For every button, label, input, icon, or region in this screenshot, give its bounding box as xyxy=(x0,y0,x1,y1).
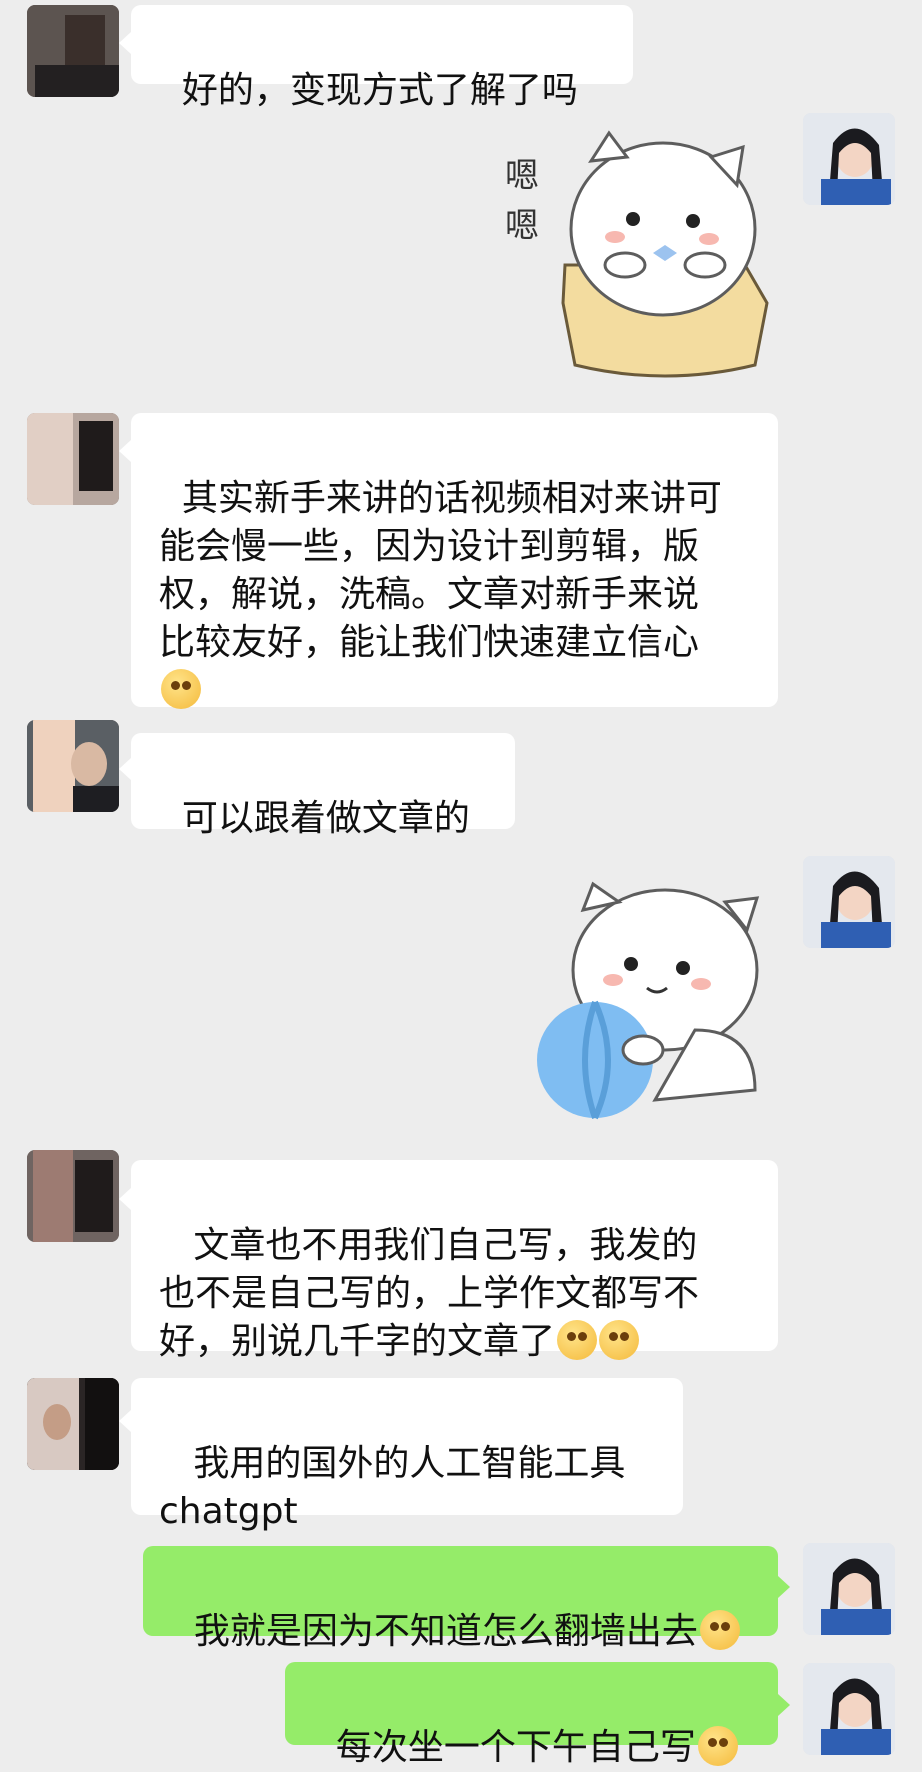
avatar[interactable] xyxy=(803,1663,895,1755)
avatar[interactable] xyxy=(27,1150,119,1242)
message-text: 每次坐一个下午自己写 xyxy=(335,1727,696,1768)
message-text: 其实新手来讲的话视频相对来讲可 能会慢一些，因为设计到剪辑，版 权，解说，洗稿。… xyxy=(159,478,722,663)
avatar[interactable] xyxy=(803,856,895,948)
cat-in-box-sticker[interactable]: 嗯 嗯 xyxy=(505,125,775,383)
avatar[interactable] xyxy=(803,113,895,205)
message-text: 我就是因为不知道怎么翻墙出去 xyxy=(193,1611,698,1652)
cat-with-ball-sticker[interactable] xyxy=(535,880,780,1125)
crying-face-emoji xyxy=(697,1726,738,1766)
message-text: 我用的国外的人工智能工具 chatgpt xyxy=(159,1443,626,1532)
message-bubble[interactable]: 每次坐一个下午自己写 xyxy=(285,1662,778,1768)
avatar[interactable] xyxy=(27,5,119,97)
crying-face-emoji xyxy=(599,1320,640,1360)
crying-face-emoji xyxy=(699,1610,740,1650)
message-bubble[interactable]: 我就是因为不知道怎么翻墙出去 xyxy=(143,1546,778,1652)
message-text: 可以跟着做文章的 xyxy=(181,798,470,839)
message-bubble[interactable]: 文章也不用我们自己写，我发的 也不是自己写的，上学作文都写不 好，别说几千字的文… xyxy=(131,1160,778,1362)
crying-face-emoji xyxy=(557,1320,598,1360)
message-bubble[interactable]: 可以跟着做文章的 xyxy=(131,733,515,839)
message-text: 好的，变现方式了解了吗 xyxy=(181,70,578,111)
thinking-face-emoji xyxy=(161,669,201,709)
message-bubble[interactable]: 好的，变现方式了解了吗 xyxy=(131,5,633,111)
avatar[interactable] xyxy=(27,1378,119,1470)
avatar[interactable] xyxy=(803,1543,895,1635)
sticker-text-2: 嗯 xyxy=(505,206,539,246)
message-bubble[interactable]: 其实新手来讲的话视频相对来讲可 能会慢一些，因为设计到剪辑，版 权，解说，洗稿。… xyxy=(131,413,778,709)
avatar[interactable] xyxy=(27,720,119,812)
avatar[interactable] xyxy=(27,413,119,505)
message-bubble[interactable]: 我用的国外的人工智能工具 chatgpt xyxy=(131,1378,683,1532)
sticker-text-1: 嗯 xyxy=(505,156,539,196)
